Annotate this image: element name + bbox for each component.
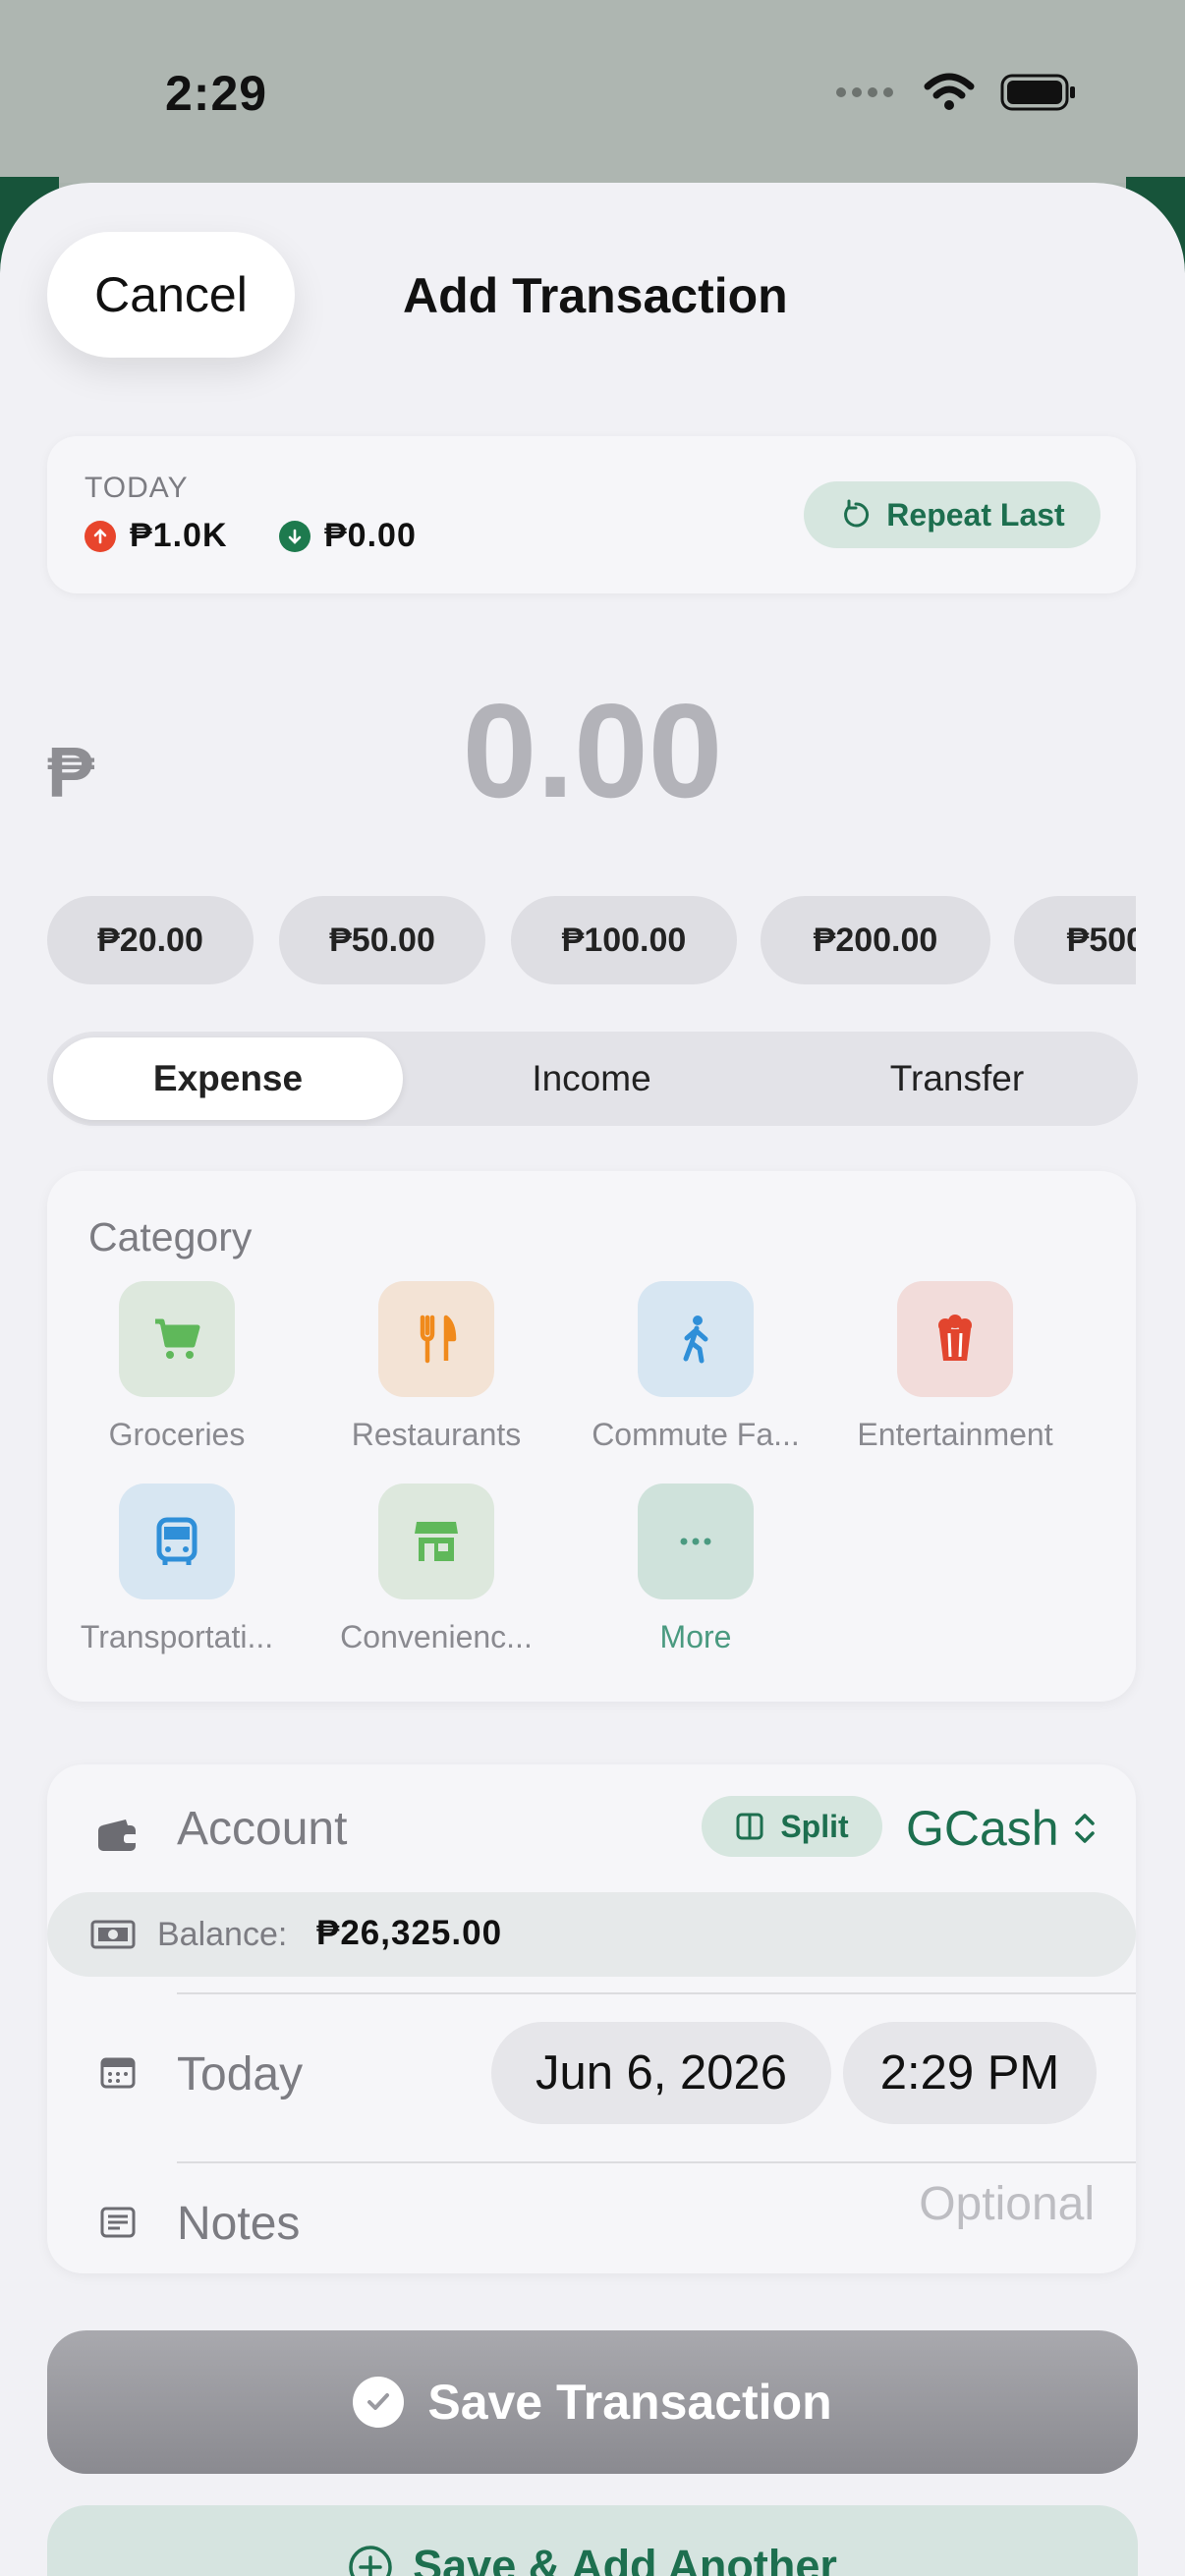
transaction-type-control: Expense Income Transfer — [47, 1032, 1138, 1126]
wallet-icon — [98, 1820, 138, 1851]
category-title: Category — [88, 1214, 253, 1260]
category-commute-fare[interactable]: Commute Fa... — [566, 1281, 825, 1453]
quick-amount-row: ₱20.00 ₱50.00 ₱100.00 ₱200.00 ₱500.00 — [47, 896, 1136, 986]
battery-icon — [1000, 74, 1075, 111]
date-label: Today — [177, 2048, 304, 2100]
save-and-add-another-label: Save & Add Another — [413, 2541, 837, 2576]
cancel-button[interactable]: Cancel — [47, 232, 295, 358]
account-value: GCash — [906, 1801, 1059, 1856]
plus-circle-icon — [349, 2546, 392, 2576]
ellipsis-icon — [638, 1484, 754, 1599]
save-transaction-button[interactable]: Save Transaction — [47, 2330, 1138, 2474]
quick-amount-chip[interactable]: ₱200.00 — [761, 896, 990, 984]
popcorn-icon — [897, 1281, 1013, 1397]
quick-amount-chip[interactable]: ₱100.00 — [511, 896, 737, 984]
today-expense-total: ₱1.0K — [85, 517, 228, 555]
category-card: Category Groceries Restaurants Commute F… — [47, 1171, 1136, 1702]
today-income-total: ₱0.00 — [279, 517, 417, 555]
account-label: Account — [177, 1803, 348, 1855]
category-convenience[interactable]: Convenienc... — [307, 1484, 566, 1655]
category-transportation[interactable]: Transportati... — [47, 1484, 307, 1655]
chevron-up-down-icon — [1074, 1814, 1095, 1843]
category-label: Restaurants — [351, 1417, 522, 1452]
calendar-icon — [100, 2057, 136, 2089]
category-more[interactable]: More — [566, 1484, 825, 1655]
store-icon — [378, 1484, 494, 1599]
arrow-down-icon — [279, 520, 310, 552]
divider — [177, 2161, 1136, 2163]
arrow-up-icon — [85, 520, 116, 552]
quick-amount-chip[interactable]: ₱500.00 — [1014, 896, 1136, 984]
repeat-last-label: Repeat Last — [886, 496, 1065, 532]
signal-icon — [836, 87, 893, 97]
split-icon — [736, 1813, 763, 1840]
category-label: More — [659, 1619, 732, 1654]
category-label: Entertainment — [857, 1417, 1053, 1452]
quick-amount-chip[interactable]: ₱50.00 — [279, 896, 485, 984]
category-label: Groceries — [108, 1417, 246, 1452]
divider — [177, 1992, 1136, 1994]
balance-label: Balance: — [157, 1916, 288, 1953]
split-button[interactable]: Split — [702, 1796, 882, 1857]
notes-input[interactable]: Optional — [919, 2177, 1095, 2231]
wifi-icon — [924, 73, 975, 110]
status-bar: 2:29 — [0, 0, 1185, 183]
fork-knife-icon — [378, 1281, 494, 1397]
status-icons — [835, 73, 1077, 112]
save-transaction-label: Save Transaction — [427, 2375, 832, 2430]
tab-income[interactable]: Income — [417, 1037, 766, 1120]
account-picker[interactable]: GCash — [906, 1800, 1097, 1857]
today-summary-card: TODAY ₱1.0K ₱0.00 Repeat Last — [47, 436, 1136, 593]
status-time: 2:29 — [165, 66, 268, 121]
category-groceries[interactable]: Groceries — [47, 1281, 307, 1453]
banknote-icon — [90, 1920, 136, 1949]
category-label: Convenienc... — [340, 1619, 533, 1654]
quick-amount-chip[interactable]: ₱20.00 — [47, 896, 254, 984]
split-label: Split — [780, 1808, 849, 1844]
category-label: Transportati... — [80, 1619, 274, 1654]
amount-input[interactable]: 0.00 — [0, 674, 1185, 827]
notes-label: Notes — [177, 2198, 301, 2250]
expense-total-value: ₱1.0K — [130, 517, 228, 554]
category-restaurants[interactable]: Restaurants — [307, 1281, 566, 1453]
income-total-value: ₱0.00 — [324, 517, 417, 554]
add-transaction-sheet: Cancel Add Transaction TODAY ₱1.0K ₱0.00… — [0, 183, 1185, 2576]
date-picker[interactable]: Jun 6, 2026 — [491, 2022, 831, 2124]
bus-icon — [119, 1484, 235, 1599]
walking-person-icon — [638, 1281, 754, 1397]
tab-expense[interactable]: Expense — [53, 1037, 403, 1120]
balance-value: ₱26,325.00 — [316, 1914, 503, 1952]
cart-icon — [119, 1281, 235, 1397]
repeat-last-button[interactable]: Repeat Last — [804, 481, 1100, 548]
details-card: Account Split GCash Balance: ₱26,325.00 … — [47, 1764, 1136, 2273]
tab-transfer[interactable]: Transfer — [782, 1037, 1132, 1120]
today-label: TODAY — [85, 472, 189, 504]
time-picker[interactable]: 2:29 PM — [843, 2022, 1097, 2124]
category-entertainment[interactable]: Entertainment — [825, 1281, 1085, 1453]
save-and-add-another-button[interactable]: Save & Add Another — [47, 2505, 1138, 2576]
category-label: Commute Fa... — [592, 1417, 800, 1452]
repeat-icon — [844, 499, 870, 528]
page-title: Add Transaction — [403, 268, 788, 323]
notes-icon — [100, 2207, 136, 2238]
balance-row: Balance: ₱26,325.00 — [47, 1892, 1136, 1977]
checkmark-icon — [353, 2377, 405, 2428]
